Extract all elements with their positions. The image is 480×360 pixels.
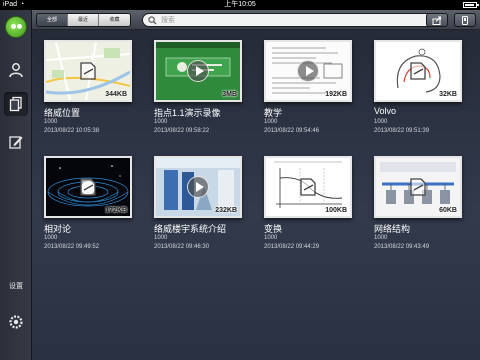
file-timestamp: 2013/08/22 09:58:22 [154,128,210,134]
play-icon [297,60,319,82]
bottom-label-button[interactable]: 设置 [4,274,28,298]
file-title: 指点1.1演示录像 [154,108,221,118]
file-size: 60KB [439,207,457,214]
file-thumbnail[interactable]: 344KB [44,40,132,102]
file-timestamp: 2013/08/22 09:54:46 [264,128,320,134]
search-bar [142,13,442,27]
segment-favorites[interactable]: 收藏 [99,14,130,26]
search-icon [148,16,157,25]
file-title: 网络结构 [374,224,411,234]
file-thumbnail[interactable]: 60KB [374,156,462,218]
file-count: 1000 [374,119,388,125]
file-timestamp: 2013/08/22 10:05:38 [44,128,100,134]
sidebar: 设置 [0,10,32,360]
sidebar-bottom-label: 设置 [9,283,23,290]
file-thumbnail[interactable]: 3MB [154,40,242,102]
file-count: 1000 [154,119,168,125]
file-count: 1000 [154,235,168,241]
file-size: 172KB [105,207,127,214]
file-title: Volvo [374,106,397,116]
file-thumbnail[interactable]: 32KB [374,40,462,102]
file-thumbnail[interactable]: 100KB [264,156,352,218]
toolbar: 全部 最近 收藏 [32,10,480,30]
filter-segmented-control: 全部 最近 收藏 [36,13,131,27]
user-icon [9,63,23,78]
document-icon [300,178,316,196]
file-grid: 344KB 络威位置 1000 2013/08/22 10:05:38 3MB … [32,30,480,360]
documents-button[interactable] [4,92,28,116]
file-title: 变换 [264,224,283,234]
document-icon [410,178,426,196]
file-timestamp: 2013/08/22 09:49:52 [44,244,100,250]
play-icon [187,176,209,198]
settings-button[interactable] [4,310,28,334]
user-button[interactable] [4,58,28,82]
app-logo-icon [5,16,27,38]
file-count: 1000 [374,235,388,241]
document-icon [80,62,96,80]
file-size: 32KB [439,91,457,98]
file-timestamp: 2013/08/22 09:43:49 [374,244,430,250]
phone-icon [462,15,468,25]
file-thumbnail[interactable]: 192KB [264,40,352,102]
settings-icon [9,315,23,329]
documents-icon [9,96,22,112]
edit-button[interactable] [4,130,28,154]
file-size: 192KB [325,91,347,98]
edit-icon [9,136,23,149]
file-timestamp: 2013/08/22 09:44:29 [264,244,320,250]
segment-all[interactable]: 全部 [37,14,68,26]
file-title: 教学 [264,108,283,118]
file-count: 1000 [44,235,58,241]
file-size: 3MB [222,91,237,98]
file-timestamp: 2013/08/22 09:46:30 [154,244,210,250]
share-button[interactable] [426,13,448,27]
file-title: 相对论 [44,224,72,234]
share-icon [432,16,441,25]
play-icon [187,60,209,82]
document-icon [80,178,96,196]
file-thumbnail[interactable]: 172KB [44,156,132,218]
file-count: 1000 [264,235,278,241]
document-icon [410,62,426,80]
status-time: 上午10:05 [224,1,256,8]
file-size: 232KB [215,207,237,214]
file-thumbnail[interactable]: 232KB [154,156,242,218]
status-bar: iPad ◔ 上午10:05 [0,0,480,10]
file-count: 1000 [264,119,278,125]
search-input[interactable] [161,15,431,25]
file-timestamp: 2013/08/22 09:51:39 [374,128,430,134]
battery-icon [463,2,479,8]
file-count: 1000 [44,119,58,125]
file-size: 100KB [325,207,347,214]
file-title: 络威楼宇系统介绍 [154,224,227,234]
file-size: 344KB [105,91,127,98]
device-button[interactable] [454,13,476,27]
segment-recent[interactable]: 最近 [68,14,99,26]
file-title: 络威位置 [44,108,81,118]
